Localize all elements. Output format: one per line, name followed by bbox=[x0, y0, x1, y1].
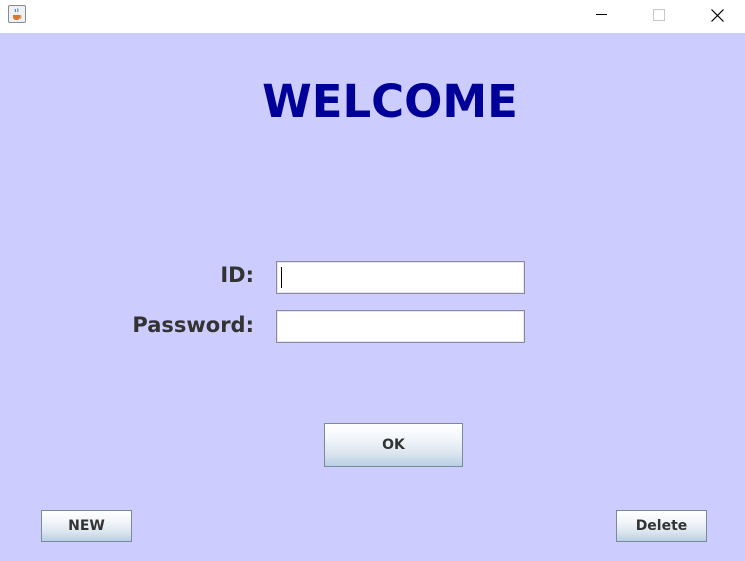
app-window: WELCOME ID: Password: OK NEW Delete bbox=[0, 0, 745, 561]
delete-button[interactable]: Delete bbox=[616, 510, 707, 542]
minimize-icon bbox=[596, 14, 607, 15]
close-icon bbox=[711, 9, 724, 22]
id-input[interactable] bbox=[276, 261, 525, 294]
minimize-button[interactable] bbox=[578, 0, 624, 30]
text-caret bbox=[281, 267, 282, 288]
ok-button[interactable]: OK bbox=[324, 423, 463, 467]
title-bar[interactable] bbox=[0, 0, 745, 33]
welcome-title: WELCOME bbox=[262, 75, 518, 128]
password-input[interactable] bbox=[276, 310, 525, 343]
login-panel: WELCOME ID: Password: OK NEW Delete bbox=[0, 33, 745, 561]
id-label: ID: bbox=[220, 263, 254, 287]
password-label: Password: bbox=[132, 313, 254, 337]
new-button[interactable]: NEW bbox=[41, 510, 132, 542]
maximize-button[interactable] bbox=[636, 0, 682, 30]
maximize-icon bbox=[653, 9, 665, 21]
java-cup-icon[interactable] bbox=[8, 5, 26, 23]
close-button[interactable] bbox=[694, 0, 740, 30]
